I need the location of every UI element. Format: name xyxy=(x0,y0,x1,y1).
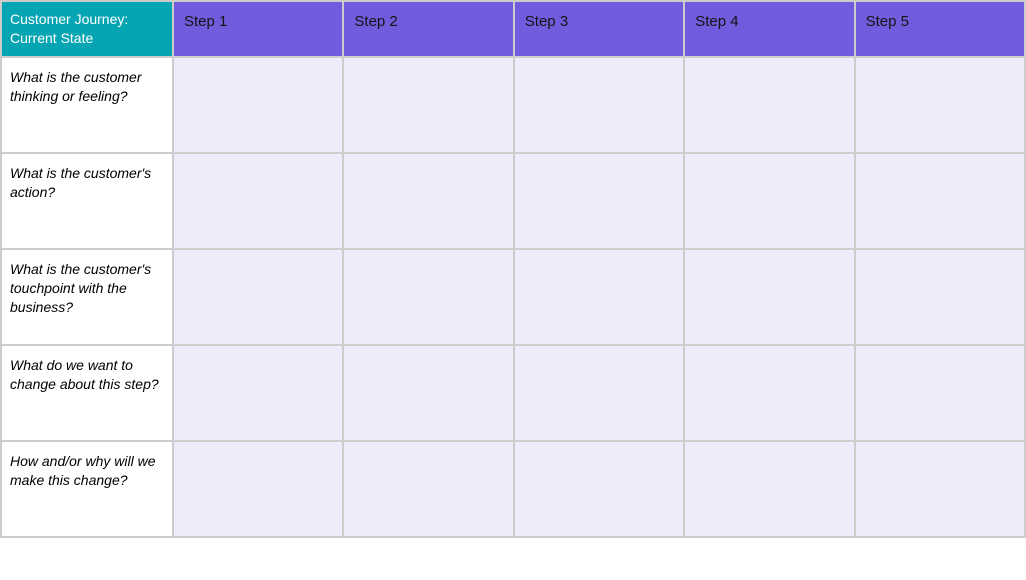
step-header-1: Step 1 xyxy=(173,1,343,57)
step-header-3: Step 3 xyxy=(514,1,684,57)
row-label-text: What is the customer's action? xyxy=(10,165,151,200)
data-cell[interactable] xyxy=(855,153,1025,249)
row-label-text: How and/or why will we make this change? xyxy=(10,453,156,488)
data-cell[interactable] xyxy=(173,153,343,249)
data-cell[interactable] xyxy=(855,57,1025,153)
row-label-change-how: How and/or why will we make this change? xyxy=(1,441,173,537)
row-label-action: What is the customer's action? xyxy=(1,153,173,249)
row-label-thinking-feeling: What is the customer thinking or feeling… xyxy=(1,57,173,153)
row-label-touchpoint: What is the customer's touchpoint with t… xyxy=(1,249,173,345)
customer-journey-table: Customer Journey: Current State Step 1 S… xyxy=(0,0,1026,538)
data-cell[interactable] xyxy=(855,441,1025,537)
row-label-change-what: What do we want to change about this ste… xyxy=(1,345,173,441)
table-title-cell: Customer Journey: Current State xyxy=(1,1,173,57)
step-header-5: Step 5 xyxy=(855,1,1025,57)
step-label: Step 1 xyxy=(184,13,227,30)
step-label: Step 4 xyxy=(695,13,738,30)
data-cell[interactable] xyxy=(514,441,684,537)
data-cell[interactable] xyxy=(684,441,854,537)
data-cell[interactable] xyxy=(173,249,343,345)
data-cell[interactable] xyxy=(514,57,684,153)
step-header-4: Step 4 xyxy=(684,1,854,57)
step-label: Step 3 xyxy=(525,13,568,30)
row-label-text: What is the customer thinking or feeling… xyxy=(10,69,142,104)
data-cell[interactable] xyxy=(173,441,343,537)
data-cell[interactable] xyxy=(173,57,343,153)
data-cell[interactable] xyxy=(684,249,854,345)
step-header-2: Step 2 xyxy=(343,1,513,57)
data-cell[interactable] xyxy=(684,153,854,249)
data-cell[interactable] xyxy=(343,57,513,153)
data-cell[interactable] xyxy=(855,249,1025,345)
step-label: Step 5 xyxy=(866,13,909,30)
data-cell[interactable] xyxy=(343,249,513,345)
row-label-text: What do we want to change about this ste… xyxy=(10,357,159,392)
data-cell[interactable] xyxy=(855,345,1025,441)
table-title: Customer Journey: Current State xyxy=(10,11,128,46)
step-label: Step 2 xyxy=(354,13,397,30)
data-cell[interactable] xyxy=(514,153,684,249)
data-cell[interactable] xyxy=(343,345,513,441)
row-label-text: What is the customer's touchpoint with t… xyxy=(10,261,151,315)
data-cell[interactable] xyxy=(684,345,854,441)
data-cell[interactable] xyxy=(684,57,854,153)
data-cell[interactable] xyxy=(173,345,343,441)
data-cell[interactable] xyxy=(514,249,684,345)
data-cell[interactable] xyxy=(343,441,513,537)
data-cell[interactable] xyxy=(343,153,513,249)
data-cell[interactable] xyxy=(514,345,684,441)
